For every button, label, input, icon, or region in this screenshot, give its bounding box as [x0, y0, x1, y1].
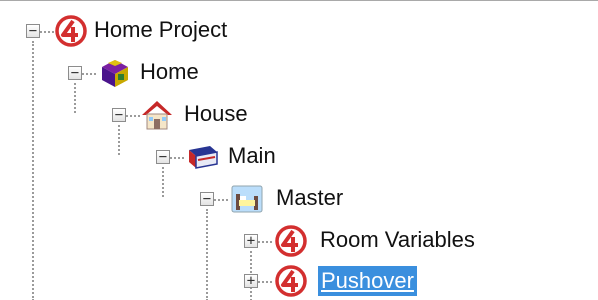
room-bed-icon: [230, 182, 264, 216]
tree-connector: [126, 115, 140, 117]
tree-node-label[interactable]: Home Project: [94, 15, 227, 45]
tree-connector: [258, 281, 272, 283]
collapse-toggle[interactable]: −: [112, 108, 126, 122]
tree-connector: [258, 241, 272, 243]
tree-connector: [40, 31, 54, 33]
home-cube-icon: [98, 56, 132, 90]
house-icon: [140, 98, 174, 132]
tree-node-label[interactable]: Master: [276, 183, 343, 213]
control4-logo-icon: [274, 264, 308, 298]
tree-connector: [118, 125, 120, 155]
collapse-toggle[interactable]: −: [200, 192, 214, 206]
tree-connector: [170, 157, 184, 159]
floor-icon: [186, 140, 220, 174]
tree-connector: [214, 199, 228, 201]
tree-connector: [206, 209, 208, 300]
expand-toggle[interactable]: +: [244, 274, 258, 288]
tree-node-label-selected[interactable]: Pushover: [318, 266, 417, 296]
tree-node-label[interactable]: Main: [228, 141, 276, 171]
tree-node-label[interactable]: House: [184, 99, 248, 129]
control4-logo-icon: [274, 224, 308, 258]
expand-toggle[interactable]: +: [244, 234, 258, 248]
control4-logo-icon: [54, 14, 88, 48]
tree-node-label[interactable]: Room Variables: [320, 225, 475, 255]
tree-connector: [32, 41, 34, 300]
collapse-toggle[interactable]: −: [26, 24, 40, 38]
project-tree[interactable]: − Home Project − Home − House − Main − M…: [0, 0, 598, 300]
tree-connector: [74, 83, 76, 113]
collapse-toggle[interactable]: −: [68, 66, 82, 80]
collapse-toggle[interactable]: −: [156, 150, 170, 164]
tree-connector: [82, 73, 96, 75]
tree-connector: [162, 167, 164, 197]
tree-node-label[interactable]: Home: [140, 57, 199, 87]
